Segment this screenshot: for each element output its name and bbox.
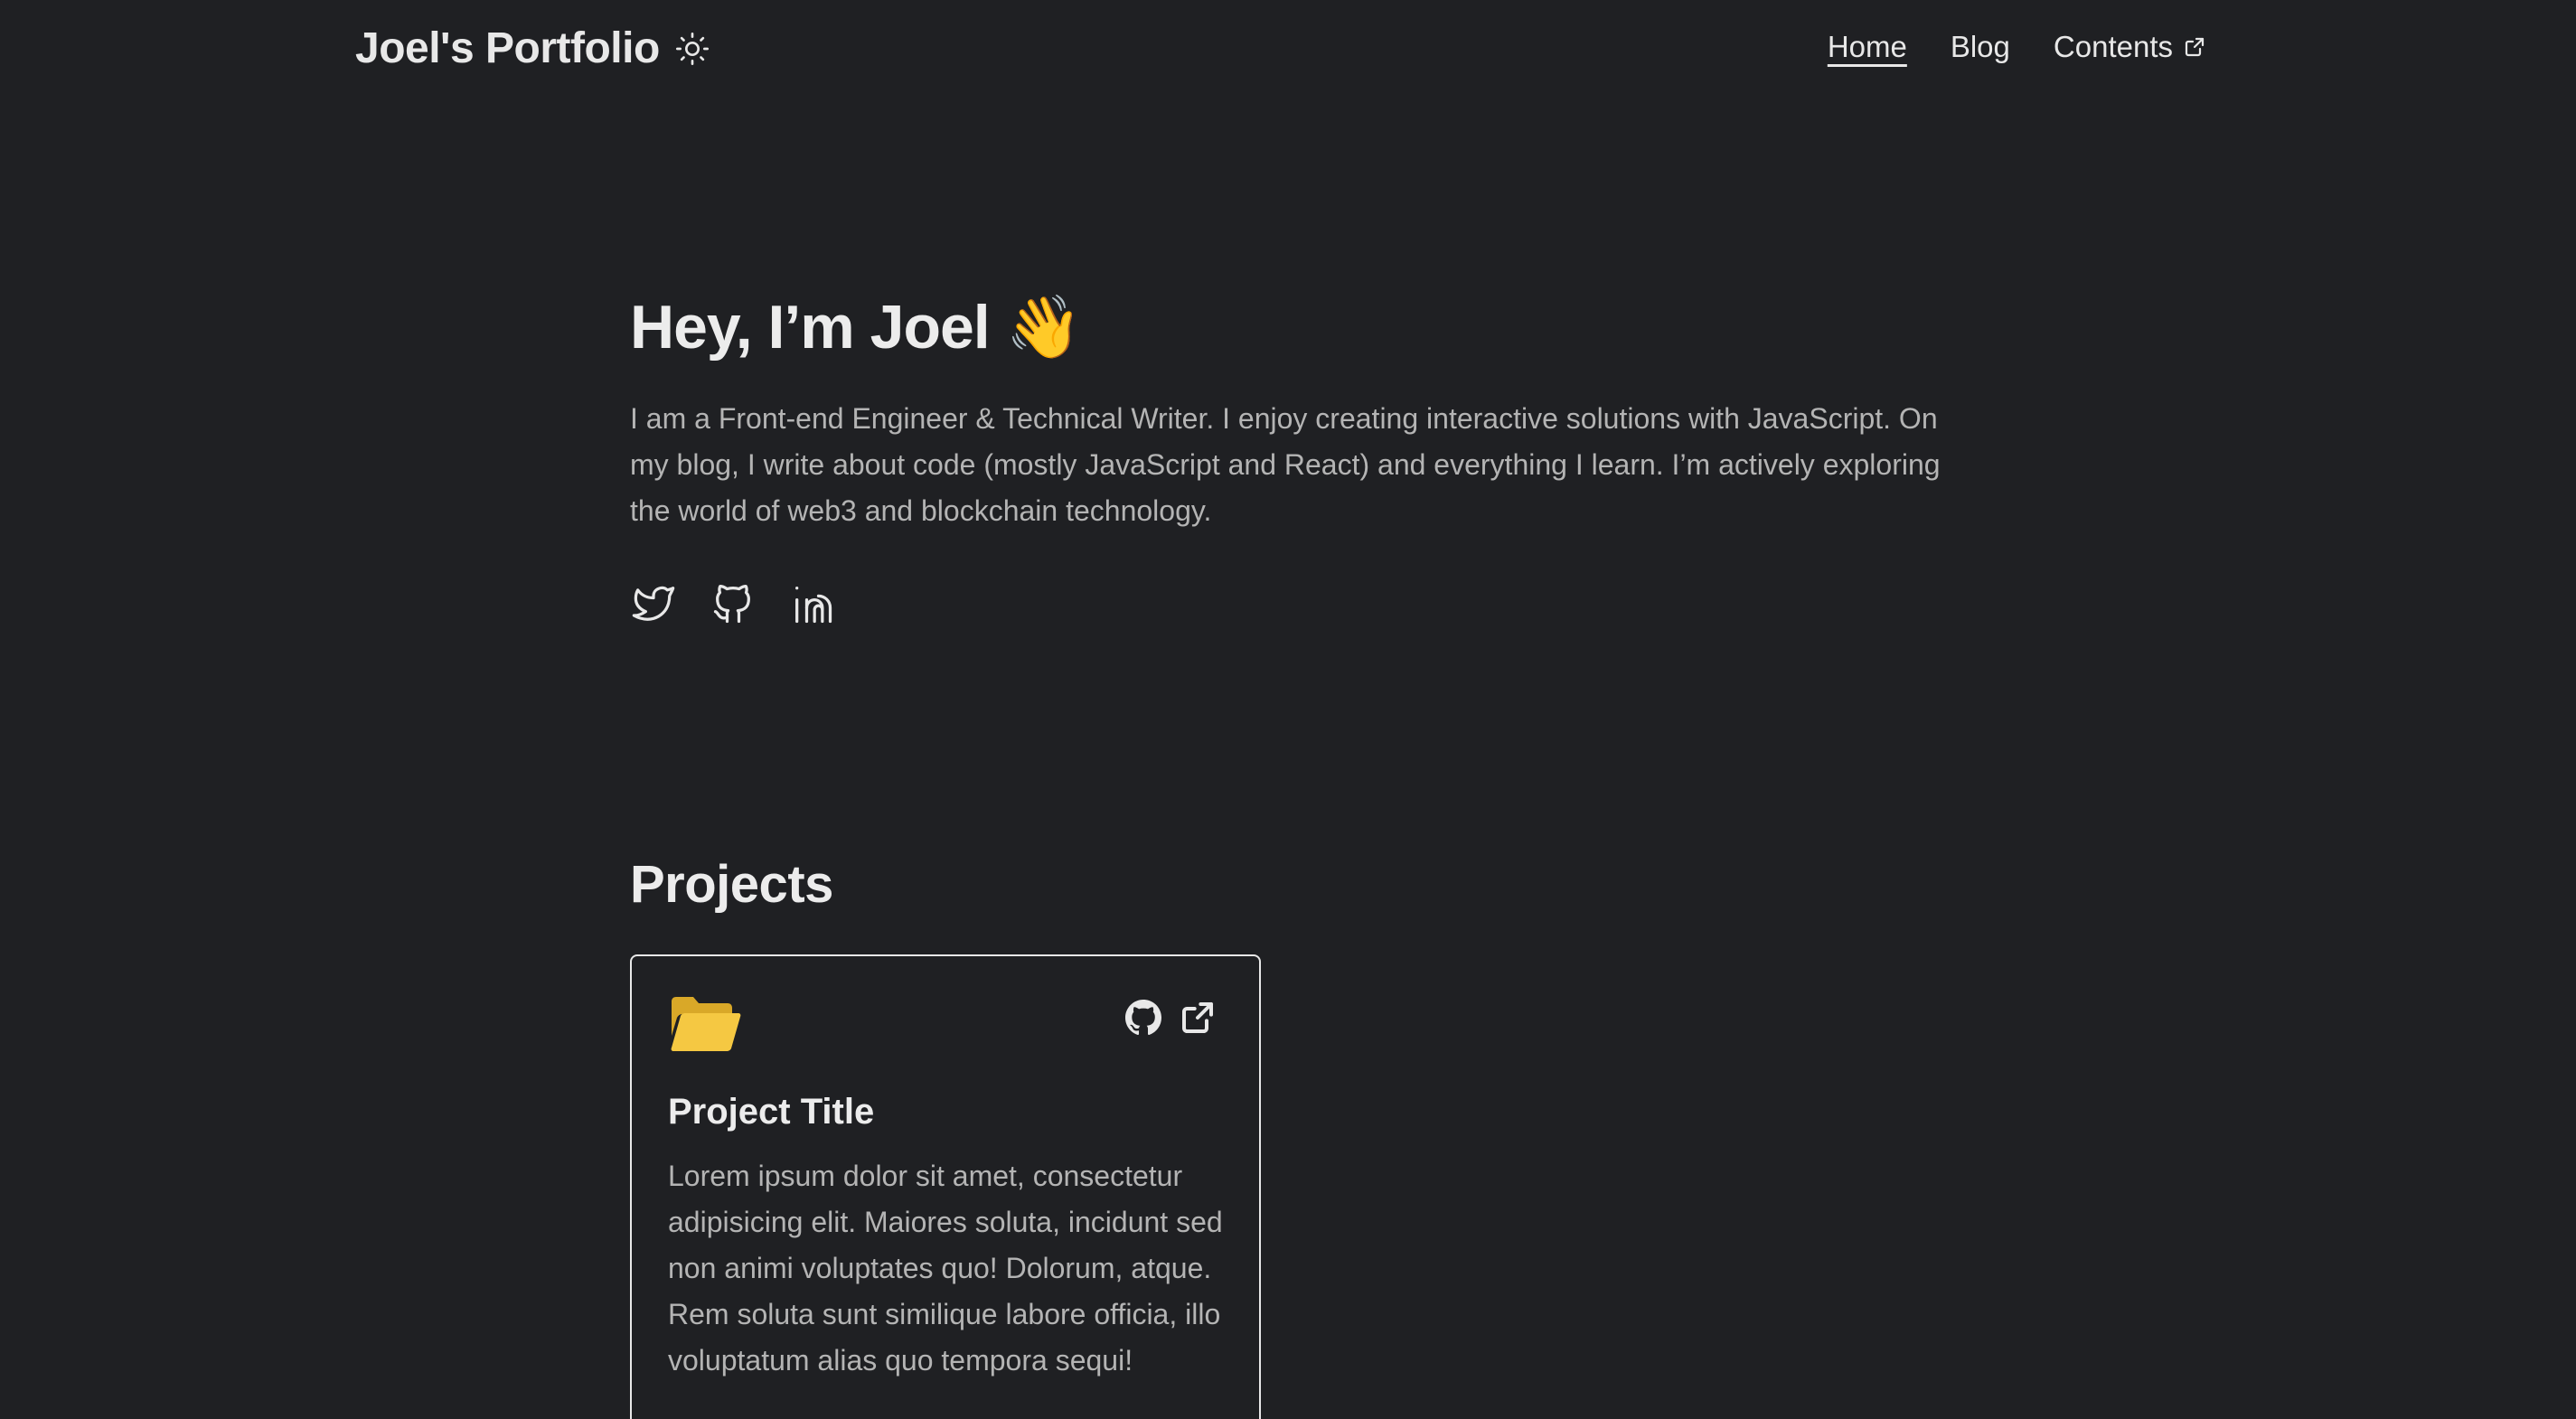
project-card-actions: [1125, 1000, 1216, 1036]
github-icon: [713, 585, 750, 624]
github-icon: [1125, 1000, 1161, 1036]
nav-blog-label: Blog: [1950, 30, 2010, 63]
social-links: [630, 580, 836, 627]
sun-icon: [676, 33, 709, 65]
theme-toggle-button[interactable]: [674, 31, 710, 67]
github-link[interactable]: [710, 580, 757, 627]
nav-contents-link[interactable]: Contents: [2054, 27, 2205, 67]
site-title[interactable]: Joel's Portfolio: [355, 23, 660, 74]
nav-contents-label: Contents: [2053, 30, 2173, 63]
page: Joel's Portfolio Home Blog Contents Hey,…: [0, 0, 2576, 1419]
project-external-link[interactable]: [1180, 1000, 1216, 1036]
project-description: Lorem ipsum dolor sit amet, consectetur …: [668, 1160, 1223, 1377]
projects-heading: Projects: [630, 855, 833, 914]
project-github-link[interactable]: [1125, 1000, 1161, 1036]
nav-blog-link[interactable]: Blog: [1951, 27, 2010, 67]
folder-open-icon: [668, 994, 742, 1054]
nav-home-link[interactable]: Home: [1828, 27, 1907, 67]
twitter-link[interactable]: [630, 580, 677, 627]
linkedin-link[interactable]: [789, 580, 836, 627]
project-title: Project Title: [668, 1092, 875, 1132]
twitter-icon: [632, 586, 675, 621]
hero-bio: I am a Front-end Engineer & Technical Wr…: [630, 402, 1941, 527]
project-card: Project Title Lorem ipsum dolor sit amet…: [630, 954, 1261, 1419]
nav-home-label: Home: [1827, 30, 1907, 63]
hero-title: Hey, I’m Joel 👋: [630, 293, 1082, 362]
linkedin-icon: [795, 587, 832, 624]
main-nav: Home Blog Contents: [1828, 27, 2205, 67]
external-link-icon: [2185, 37, 2205, 57]
external-link-icon: [1182, 1002, 1213, 1033]
